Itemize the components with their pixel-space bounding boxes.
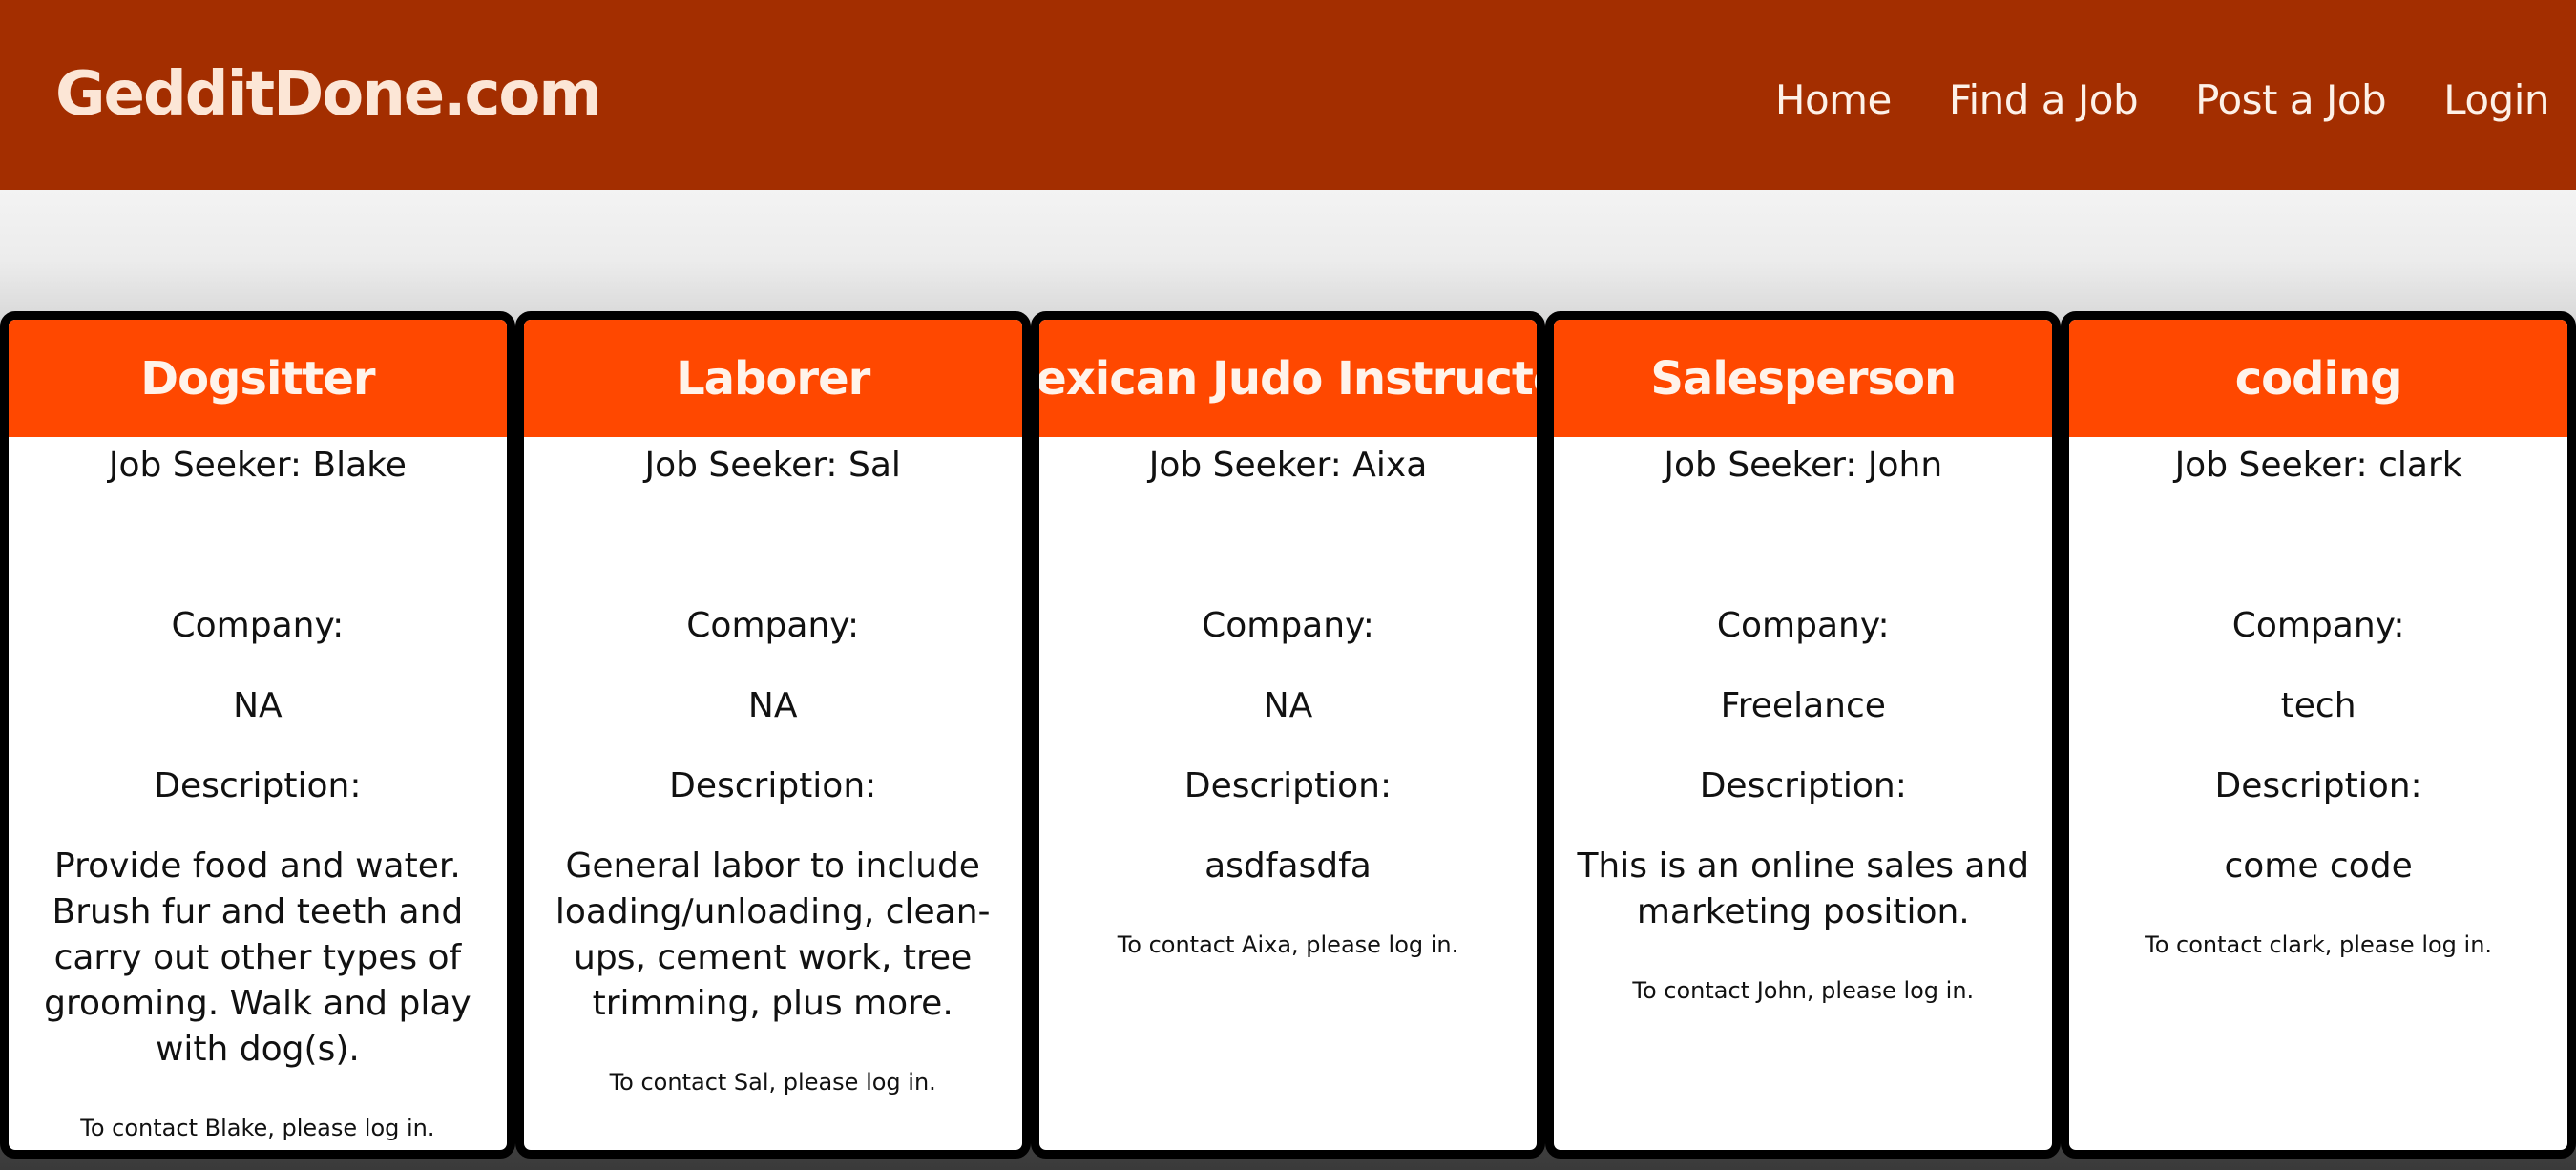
job-seeker: Job Seeker: John [1664,446,1943,485]
job-card: Dogsitter Job Seeker: Blake Company: NA … [0,311,515,1159]
company-label: Company: [2231,606,2405,645]
job-card-body: Job Seeker: Aixa Company: NA Description… [1039,443,1538,960]
main-nav: Home Find a Job Post a Job Login [1775,76,2550,123]
top-navbar: GedditDone.com Home Find a Job Post a Jo… [0,0,2576,190]
job-card-body: Job Seeker: Blake Company: NA Descriptio… [9,443,507,1143]
job-title: coding [2234,351,2403,406]
job-card-body: Job Seeker: Sal Company: NA Description:… [524,443,1022,1097]
job-card: Mexican Judo Instructor Job Seeker: Aixa… [1030,311,1546,1159]
company-value: NA [747,686,798,725]
job-card-body: Job Seeker: clark Company: tech Descript… [2069,443,2567,960]
description-value: come code [2224,846,2413,886]
description-value: Provide food and water. Brush fur and te… [44,846,471,1069]
description-label: Description: [154,766,362,805]
company-value: NA [1263,686,1313,725]
job-title: Salesperson [1650,351,1957,406]
job-seeker: Job Seeker: clark [2174,446,2462,485]
company-value: NA [233,686,283,725]
job-card-header: coding [2069,320,2567,437]
job-title: Mexican Judo Instructor [1036,351,1538,406]
site-logo-link[interactable]: GedditDone.com [55,59,602,130]
job-card-header: Dogsitter [9,320,507,437]
nav-find-job-link[interactable]: Find a Job [1949,76,2139,123]
hero-sky [0,190,2576,319]
contact-note: To contact John, please log in. [1632,977,1975,1004]
description-label: Description: [1183,766,1393,805]
description-label: Description: [2214,766,2422,805]
description-value: This is an online sales and marketing po… [1577,846,2030,931]
contact-note: To contact Sal, please log in. [609,1069,936,1096]
company-value: Freelance [1720,686,1886,725]
job-card: coding Job Seeker: clark Company: tech D… [2061,311,2576,1159]
job-card-body: Job Seeker: John Company: Freelance Desc… [1554,443,2052,1006]
job-card-header: Mexican Judo Instructor [1039,320,1537,437]
job-card-header: Laborer [523,320,1022,437]
job-title: Dogsitter [140,351,375,406]
job-seeker: Job Seeker: Sal [644,446,901,485]
job-card: Laborer Job Seeker: Sal Company: NA Desc… [514,311,1031,1159]
contact-note: To contact clark, please log in. [2145,931,2493,958]
job-seeker: Job Seeker: Aixa [1148,446,1428,485]
nav-login-link[interactable]: Login [2443,76,2549,123]
nav-post-job-link[interactable]: Post a Job [2195,76,2387,123]
nav-home-link[interactable]: Home [1775,76,1893,123]
description-value: General labor to include loading/unloadi… [555,846,991,1023]
company-label: Company: [686,606,860,645]
description-label: Description: [669,766,877,805]
job-card-list: Dogsitter Job Seeker: Blake Company: NA … [0,311,2576,1159]
description-value: asdfasdfa [1204,846,1372,886]
job-card-header: Salesperson [1554,320,2053,437]
company-label: Company: [171,606,345,645]
contact-note: To contact Blake, please log in. [80,1115,435,1141]
company-label: Company: [1716,606,1890,645]
job-seeker: Job Seeker: Blake [108,446,407,485]
job-title: Laborer [676,351,870,406]
company-value: tech [2280,686,2356,725]
description-label: Description: [1699,766,1907,805]
job-card: Salesperson Job Seeker: John Company: Fr… [1545,311,2062,1159]
company-label: Company: [1202,606,1374,645]
contact-note: To contact Aixa, please log in. [1117,931,1459,958]
